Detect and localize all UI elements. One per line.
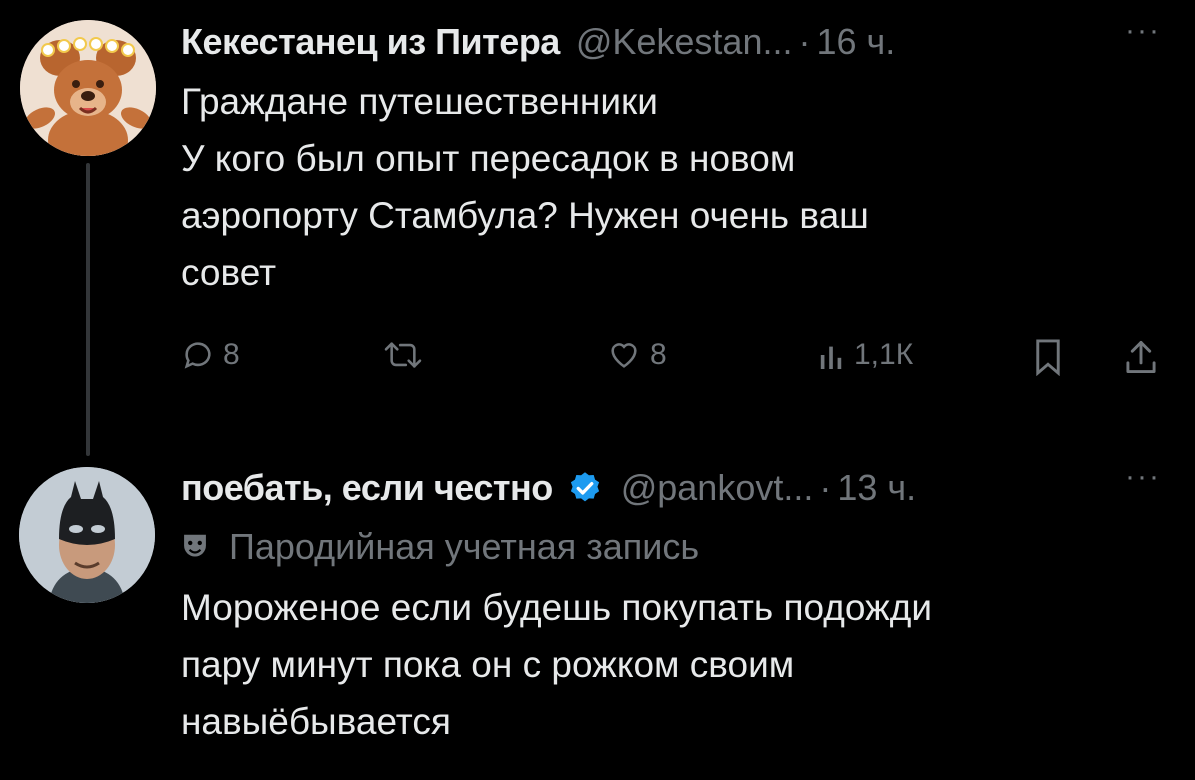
share-icon [1126, 341, 1156, 373]
reply-icon [184, 342, 211, 369]
reply-text-line: навыёбывается [181, 701, 451, 742]
reply-timestamp[interactable]: 13 ч. [837, 468, 916, 508]
thread-connector-line [86, 163, 90, 456]
reply-header: поебать, если честно @pankovt... · 13 ч. [181, 468, 916, 508]
heart-icon [611, 343, 637, 368]
tweet-text-line: аэропорту Стамбула? Нужен очень ваш [181, 195, 869, 236]
tweet-thread: Кекестанец из Питера @Kekestan... · 16 ч… [0, 0, 1195, 780]
separator-dot: · [798, 21, 811, 62]
reply-button[interactable]: 8 [181, 338, 240, 372]
tweet-text: Граждане путешественники У кого был опыт… [181, 73, 869, 301]
reply-author-name[interactable]: поебать, если честно [181, 468, 553, 508]
more-options-icon[interactable]: ··· [1125, 14, 1161, 48]
views-count: 1,1К [854, 338, 914, 371]
reply-text-line: Мороженое если будешь покупать подожди [181, 587, 933, 628]
reply-more-options-icon[interactable]: ··· [1125, 460, 1161, 494]
tweet-text-line: Граждане путешественники [181, 81, 658, 122]
views-button[interactable]: 1,1К [818, 338, 913, 372]
timestamp[interactable]: 16 ч. [816, 22, 895, 62]
parody-account-label: Пародийная учетная запись [181, 522, 699, 572]
parody-label-text: Пародийная учетная запись [229, 526, 700, 567]
retweet-icon [384, 342, 422, 368]
reply-text-line: пару минут пока он с рожком своим [181, 644, 795, 685]
separator-dot: · [819, 467, 832, 508]
tweet-text-line: У кого был опыт пересадок в новом [181, 138, 796, 179]
action-bar: 8 8 1,1К [181, 338, 1176, 388]
theater-mask-icon [184, 534, 206, 557]
verified-badge-icon [570, 472, 599, 502]
author-avatar[interactable] [20, 20, 156, 156]
reply-text: Мороженое если будешь покупать подожди п… [181, 579, 932, 750]
bookmark-button[interactable] [1033, 338, 1063, 376]
tweet-header: Кекестанец из Питера @Kekestan... · 16 ч… [181, 22, 895, 62]
author-name[interactable]: Кекестанец из Питера [181, 22, 560, 62]
like-count: 8 [650, 338, 667, 371]
author-handle[interactable]: @Kekestan... [576, 22, 793, 62]
reply-author-avatar[interactable] [19, 467, 155, 603]
reply-count: 8 [223, 338, 240, 371]
bookmark-icon [1036, 339, 1060, 376]
views-icon [820, 346, 842, 369]
share-button[interactable] [1125, 338, 1157, 376]
like-button[interactable]: 8 [606, 338, 667, 372]
retweet-button[interactable] [383, 338, 431, 372]
reply-author-handle[interactable]: @pankovt... [621, 468, 814, 508]
tweet-text-line: совет [181, 252, 277, 293]
